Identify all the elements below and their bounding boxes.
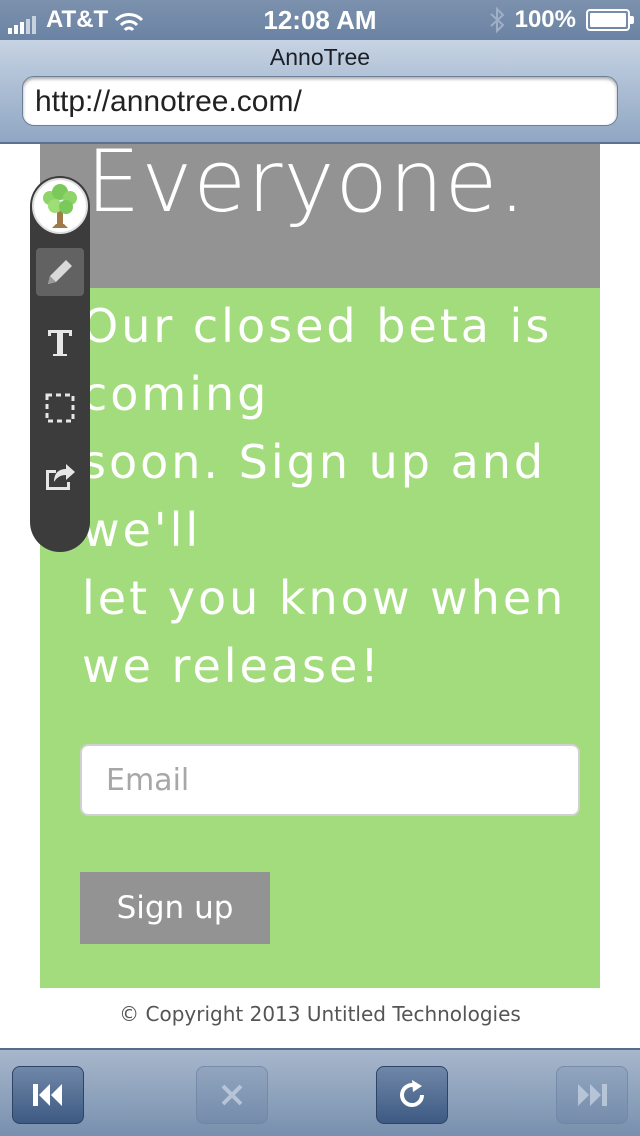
hero-headline: Everyone. xyxy=(86,132,527,232)
beta-signup-section: Our closed beta is coming soon. Sign up … xyxy=(40,288,600,988)
stop-icon xyxy=(221,1084,243,1106)
share-icon[interactable] xyxy=(36,452,84,500)
reload-button[interactable] xyxy=(376,1066,448,1124)
forward-button[interactable] xyxy=(556,1066,628,1124)
battery-percent: 100% xyxy=(514,6,576,33)
web-page: Everyone. Our closed beta is coming soon… xyxy=(0,132,640,1048)
hero-banner: Everyone. xyxy=(40,132,600,288)
status-bar: AT&T 12:08 AM 100% xyxy=(0,0,640,40)
forward-icon xyxy=(578,1084,607,1106)
page-title: AnnoTree xyxy=(269,44,371,70)
browser-chrome: AnnoTree http://annotree.com/ xyxy=(0,40,640,144)
beta-message-line: let you know when xyxy=(82,571,567,625)
url-bar[interactable]: http://annotree.com/ xyxy=(22,76,618,126)
back-button[interactable] xyxy=(12,1066,84,1124)
text-icon[interactable] xyxy=(36,318,84,366)
browser-toolbar xyxy=(0,1048,640,1136)
beta-message-line: coming xyxy=(82,367,270,421)
back-icon xyxy=(33,1084,62,1106)
beta-message-line: we'll xyxy=(82,503,202,557)
stop-button[interactable] xyxy=(196,1066,268,1124)
sign-up-button[interactable]: Sign up xyxy=(80,872,270,944)
annotree-logo-icon[interactable] xyxy=(32,178,88,234)
bluetooth-icon xyxy=(489,7,505,33)
reload-icon xyxy=(400,1080,425,1108)
select-box-icon[interactable] xyxy=(36,384,84,432)
battery-icon xyxy=(586,9,634,31)
beta-message-line: Our closed beta is xyxy=(82,299,553,353)
annotree-toolbar xyxy=(30,176,90,552)
beta-message: Our closed beta is coming soon. Sign up … xyxy=(82,292,582,700)
beta-message-line: soon. Sign up and xyxy=(82,435,547,489)
pencil-icon[interactable] xyxy=(36,248,84,296)
beta-message-line: we release! xyxy=(82,639,382,693)
copyright-text: © Copyright 2013 Untitled Technologies xyxy=(119,1002,521,1026)
email-field[interactable] xyxy=(80,744,580,816)
status-right: 100% xyxy=(489,6,634,34)
